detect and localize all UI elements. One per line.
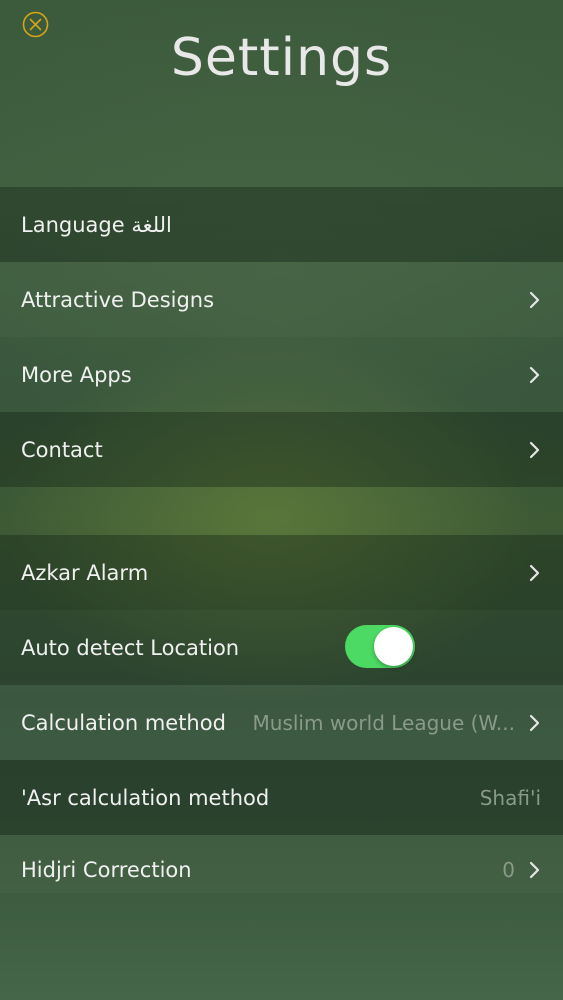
attractive-designs-row[interactable]: Attractive Designs	[0, 262, 563, 337]
asr-method-value: Shafi'i	[479, 785, 541, 810]
calculation-method-value: Muslim world League (W...	[252, 710, 515, 735]
chevron-right-icon	[529, 366, 540, 383]
chevron-right-icon	[529, 441, 540, 458]
auto-detect-location-toggle[interactable]	[345, 625, 415, 668]
language-label: Language اللغة	[21, 212, 172, 237]
chevron-right-icon	[529, 564, 540, 581]
hijri-correction-row[interactable]: Hidjri Correction 0	[0, 835, 563, 893]
general-settings-group: Language اللغة Attractive Designs More A…	[0, 187, 563, 487]
auto-detect-location-label: Auto detect Location	[21, 635, 240, 660]
hijri-correction-label: Hidjri Correction	[21, 858, 192, 882]
page-title: Settings	[170, 28, 393, 88]
prayer-settings-group: Azkar Alarm Auto detect Location Calcula…	[0, 535, 563, 893]
calculation-method-label: Calculation method	[21, 710, 226, 735]
calculation-method-row[interactable]: Calculation method Muslim world League (…	[0, 685, 563, 760]
more-apps-row[interactable]: More Apps	[0, 337, 563, 412]
language-row[interactable]: Language اللغة	[0, 187, 563, 262]
attractive-designs-label: Attractive Designs	[21, 287, 215, 312]
chevron-right-icon	[529, 714, 540, 731]
contact-label: Contact	[21, 437, 103, 462]
asr-method-row[interactable]: 'Asr calculation method Shafi'i	[0, 760, 563, 835]
auto-detect-location-row: Auto detect Location	[0, 610, 563, 685]
chevron-right-icon	[529, 861, 540, 879]
azkar-alarm-row[interactable]: Azkar Alarm	[0, 535, 563, 610]
asr-method-label: 'Asr calculation method	[21, 785, 270, 810]
hijri-correction-value: 0	[502, 858, 515, 882]
contact-row[interactable]: Contact	[0, 412, 563, 487]
more-apps-label: More Apps	[21, 362, 132, 387]
toggle-knob	[374, 627, 413, 666]
chevron-right-icon	[529, 291, 540, 308]
azkar-alarm-label: Azkar Alarm	[21, 560, 149, 585]
